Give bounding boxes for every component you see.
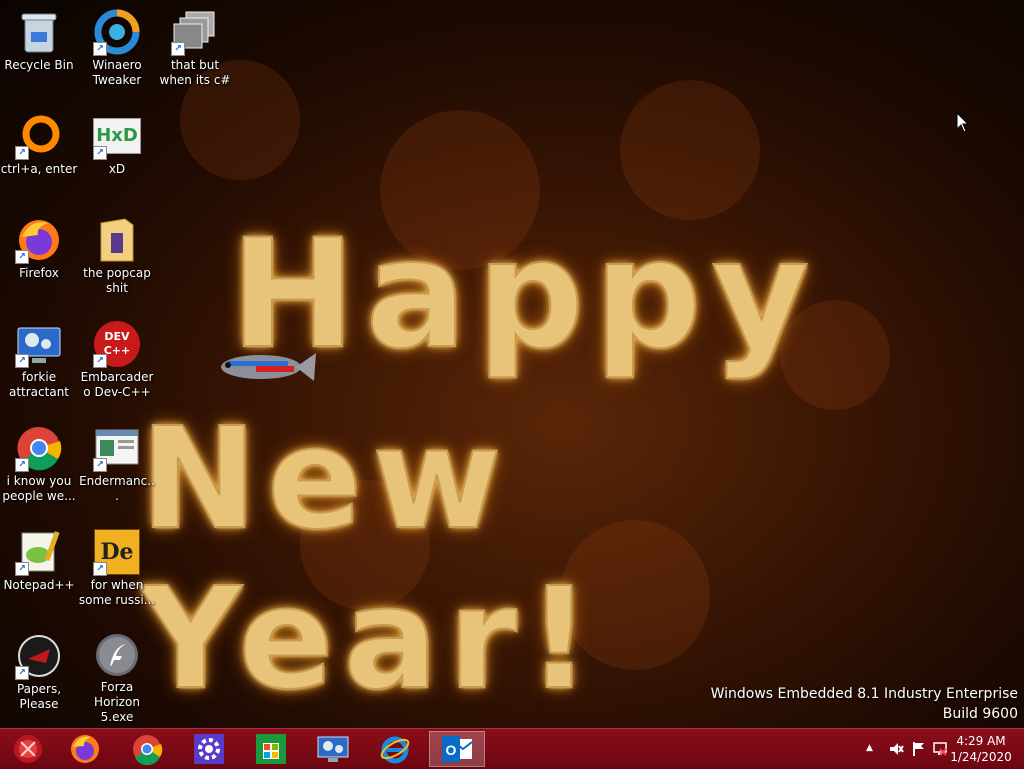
svg-text:O: O [446, 742, 457, 758]
desktop-icon-forkie-attractant[interactable]: ↗ forkie attractant [0, 312, 78, 412]
taskbar-settings-button[interactable] [181, 731, 237, 767]
desktop-icon-label: the popcap shit [83, 266, 151, 295]
orange-ring-icon: ↗ [15, 112, 63, 160]
taskbar: O ▲ 4:29 AM 1/24/2020 [0, 728, 1024, 769]
desktop-icon-label: Endermanc... [79, 474, 155, 503]
greeting-line-new-year: New Year! [139, 398, 601, 721]
firefox-icon [71, 735, 99, 763]
notepad-plus-plus-icon: ↗ [15, 528, 63, 576]
desktop-icon-ctrl-a-enter[interactable]: ↗ ctrl+a, enter [0, 104, 78, 204]
desktop-icon-dev-cpp[interactable]: DEV C++ ↗ Embarcadero Dev-C++ [78, 312, 156, 412]
taskbar-firefox-button[interactable] [57, 731, 113, 767]
taskbar-ie-button[interactable] [367, 731, 423, 767]
taskbar-outlook-button[interactable]: O [429, 731, 485, 767]
taskbar-chrome-button[interactable] [119, 731, 175, 767]
desktop-icon-label: Recycle Bin [4, 58, 74, 72]
bokeh [620, 80, 760, 220]
clock-time: 4:29 AM [956, 734, 1006, 748]
shortcut-arrow-icon: ↗ [93, 458, 107, 472]
desktop-icon-papers-please[interactable]: ↗ Papers, Please [0, 624, 78, 724]
desktop-icon-xd[interactable]: HxD ↗ xD [78, 104, 156, 204]
recycle-bin-icon [15, 8, 63, 56]
gear-icon [194, 734, 224, 764]
outlook-icon: O [442, 736, 473, 762]
store-icon [256, 734, 286, 764]
desktop-icon-firefox[interactable]: ↗ Firefox [0, 208, 78, 308]
ie-icon [380, 736, 410, 764]
watermark-edition: Windows Embedded 8.1 Industry Enterprise [710, 686, 1018, 702]
volume-muted-icon[interactable] [888, 741, 904, 757]
desktop-icon-label: Forza Horizon 5.exe [94, 680, 140, 724]
desktop-icon-forza[interactable]: Forza Horizon 5.exe [78, 624, 156, 724]
shortcut-arrow-icon: ↗ [15, 250, 29, 264]
desktop-icon-that-but-when[interactable]: ↗ that but when its c# [156, 0, 234, 100]
system-tray: ▲ 4:29 AM 1/24/2020 [844, 729, 1024, 769]
papers-please-icon: ↗ [15, 632, 63, 680]
desktop-icon-chrome[interactable]: ↗ i know you people we... [0, 416, 78, 516]
shortcut-arrow-icon: ↗ [15, 458, 29, 472]
window-app-icon: ↗ [93, 424, 141, 472]
os-watermark: Windows Embedded 8.1 Industry Enterprise… [711, 684, 1018, 724]
clock-date: 1/24/2020 [950, 750, 1012, 764]
shortcut-arrow-icon: ↗ [15, 354, 29, 368]
dependency-icon: De ↗ [93, 528, 141, 576]
desktop-icon-dependency[interactable]: De ↗ for when some russi... [78, 520, 156, 620]
desktop-icon-label: for when some russi... [78, 578, 156, 607]
desktop-icon-label: that but when its c# [159, 58, 231, 87]
taskbar-clock[interactable]: 4:29 AM 1/24/2020 [946, 733, 1016, 765]
desktop-icon-popcap[interactable]: the popcap shit [78, 208, 156, 308]
tray-overflow-chevron-icon[interactable]: ▲ [866, 743, 873, 753]
windows-stack-icon: ↗ [171, 8, 219, 56]
gear-monitor-icon [317, 736, 349, 762]
start-orb-icon [14, 735, 42, 763]
desktop-icon-label: Notepad++ [3, 578, 75, 592]
mouse-cursor-icon [956, 112, 970, 133]
desktop-icon-label: ctrl+a, enter [0, 162, 78, 176]
shortcut-arrow-icon: ↗ [93, 562, 107, 576]
desktop-icon-label: i know you people we... [2, 474, 76, 503]
greeting-line-happy: Happy [229, 207, 820, 383]
shortcut-arrow-icon: ↗ [93, 354, 107, 368]
hxd-icon: HxD ↗ [93, 112, 141, 160]
desktop-icon-notepad-plus-plus[interactable]: ↗ Notepad++ [0, 520, 78, 620]
desktop: Happy New Year! Recycle Bin ↗ ctrl+a, en… [0, 0, 1024, 728]
desktop-icon-label: Embarcadero Dev-C++ [80, 370, 154, 399]
taskbar-control-panel-button[interactable] [305, 731, 361, 767]
shortcut-arrow-icon: ↗ [171, 42, 185, 56]
shortcut-arrow-icon: ↗ [15, 146, 29, 160]
chrome-icon: ↗ [15, 424, 63, 472]
desktop-icon-recycle-bin[interactable]: Recycle Bin [0, 0, 78, 100]
flash-icon [93, 632, 141, 678]
desktop-icon-label: forkie attractant [8, 370, 70, 399]
folder-icon [93, 216, 141, 264]
shortcut-arrow-icon: ↗ [93, 146, 107, 160]
desktop-icon-label: Winaero Tweaker [92, 58, 142, 87]
watermark-build: Build 9600 [942, 706, 1018, 722]
desktop-icon-label: xD [108, 162, 126, 176]
firefox-icon: ↗ [15, 216, 63, 264]
shortcut-arrow-icon: ↗ [15, 666, 29, 680]
dev-cpp-icon: DEV C++ ↗ [93, 320, 141, 368]
desktop-icon-label: Papers, Please [16, 682, 62, 711]
gear-monitor-icon: ↗ [15, 320, 63, 368]
action-center-flag-icon[interactable] [910, 741, 926, 757]
wallpaper-greeting: Happy New Year! [139, 205, 960, 721]
desktop-icon-winaero-tweaker[interactable]: ↗ Winaero Tweaker [78, 0, 156, 100]
shortcut-arrow-icon: ↗ [93, 42, 107, 56]
desktop-icon-label: Firefox [19, 266, 59, 280]
winaero-tweaker-icon: ↗ [93, 8, 141, 56]
start-button[interactable] [0, 731, 56, 767]
shortcut-arrow-icon: ↗ [15, 562, 29, 576]
chrome-icon [133, 735, 163, 765]
taskbar-store-button[interactable] [243, 731, 299, 767]
desktop-icon-endermanch[interactable]: ↗ Endermanc... [78, 416, 156, 516]
fish-icon [221, 353, 316, 381]
